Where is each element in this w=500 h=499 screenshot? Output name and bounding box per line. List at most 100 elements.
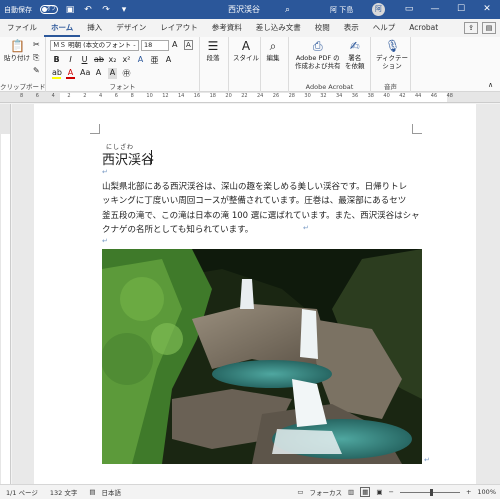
- waterfall-photo[interactable]: [102, 249, 422, 464]
- ribbon-display-icon[interactable]: ▭: [396, 0, 422, 19]
- ruler-tick-label: 18: [209, 93, 216, 99]
- language[interactable]: 日本語: [102, 487, 122, 497]
- tab-mailings[interactable]: 差し込み文書: [249, 19, 308, 37]
- cut-icon[interactable]: ✂: [33, 40, 40, 49]
- customize-icon[interactable]: ▾: [118, 5, 130, 15]
- search-icon[interactable]: ⌕: [285, 5, 290, 15]
- tab-help[interactable]: ヘルプ: [366, 19, 403, 37]
- web-layout-icon[interactable]: ▣: [376, 488, 382, 496]
- char-border-icon[interactable]: A: [164, 55, 173, 66]
- grow-font-icon[interactable]: A: [172, 40, 177, 49]
- font-name-input[interactable]: ＭＳ 明朝 (本文のフォント -: [50, 40, 139, 51]
- zoom-slider[interactable]: [399, 488, 460, 496]
- phonetic-guide-icon[interactable]: 亜: [150, 55, 159, 66]
- subscript-button[interactable]: x₂: [108, 55, 117, 66]
- create-pdf-button[interactable]: ⎙ Adobe PDF の 作成および共有: [295, 39, 341, 70]
- superscript-button[interactable]: x²: [122, 55, 131, 66]
- comments-icon[interactable]: ▤: [482, 22, 496, 34]
- document-heading[interactable]: 西沢渓谷: [102, 149, 154, 168]
- horizontal-ruler[interactable]: 8 6 4 2 2 4 6 8 10 12 14 16 18 20 22 24 26 28 30 32 34 36 38 40…: [0, 92, 500, 103]
- request-signature-button[interactable]: ✍ 署名 を依頼: [345, 39, 365, 70]
- print-layout-icon[interactable]: ▦: [360, 487, 371, 497]
- tab-references[interactable]: 参考資料: [205, 19, 249, 37]
- find-icon: ⌕: [269, 39, 277, 53]
- acrobat-group: ⎙ Adobe PDF の 作成および共有 ✍ 署名 を依頼 Adobe Acr…: [289, 37, 371, 92]
- focus-icon[interactable]: ▭: [297, 488, 303, 496]
- edit-group: ⌕ 編集: [261, 37, 289, 92]
- paragraph-mark: ↵: [303, 224, 309, 232]
- ruler-tick-label: 20: [225, 93, 232, 99]
- tab-insert[interactable]: 挿入: [80, 19, 109, 37]
- change-case-icon[interactable]: Aa: [80, 68, 90, 79]
- ribbon: 📋 貼り付け ✂ ⎘ ✎ クリップボード ＭＳ 明朝 (本文のフォント - 18…: [0, 37, 500, 92]
- bold-button[interactable]: B: [52, 55, 61, 66]
- tab-view[interactable]: 表示: [337, 19, 366, 37]
- clear-format-icon[interactable]: A: [184, 40, 193, 50]
- minimize-button[interactable]: —: [422, 0, 448, 19]
- save-icon[interactable]: ▣: [64, 5, 76, 15]
- paragraph-button[interactable]: ☰ 段落: [206, 39, 220, 62]
- ruler-tick-label: 30: [304, 93, 311, 99]
- zoom-out-icon[interactable]: −: [389, 488, 394, 496]
- autosave-toggle[interactable]: オフ: [40, 5, 58, 14]
- underline-button[interactable]: U: [80, 55, 89, 66]
- ruler-tick-label: 8: [20, 93, 24, 99]
- vertical-ruler[interactable]: [0, 104, 11, 484]
- acrobat-group-label: Adobe Acrobat: [305, 83, 354, 91]
- ruler-tick-label: 10: [146, 93, 153, 99]
- strikethrough-button[interactable]: ab: [94, 55, 104, 66]
- paste-button[interactable]: 📋 貼り付け: [4, 39, 30, 62]
- maximize-button[interactable]: ☐: [448, 0, 474, 19]
- paragraph-group: ☰ 段落: [200, 37, 229, 92]
- word-count[interactable]: 132 文字: [50, 487, 77, 497]
- tab-layout[interactable]: レイアウト: [153, 19, 205, 37]
- copy-icon[interactable]: ⎘: [33, 53, 39, 63]
- waterfall-image: [102, 249, 422, 464]
- collapse-ribbon-icon[interactable]: ∧: [488, 81, 493, 89]
- char-shading-icon[interactable]: A: [108, 68, 117, 79]
- ruler-tick-label: 22: [241, 93, 248, 99]
- font-color-icon[interactable]: A: [66, 68, 75, 79]
- tab-review[interactable]: 校閲: [308, 19, 337, 37]
- italic-button[interactable]: I: [66, 55, 75, 66]
- ruler-tick-label: 34: [336, 93, 343, 99]
- page-count[interactable]: 1/1 ページ: [6, 487, 38, 497]
- focus-label[interactable]: フォーカス: [310, 487, 343, 497]
- edit-button[interactable]: ⌕ 編集: [266, 39, 280, 62]
- tab-home[interactable]: ホーム: [44, 19, 81, 37]
- body-text[interactable]: 山梨県北部にある西沢渓谷は、深山の趣を楽しめる美しい渓谷です。日帰りトレ ッキン…: [102, 180, 424, 237]
- read-mode-icon[interactable]: ▥: [348, 488, 354, 496]
- document-page[interactable]: にしざわ 西沢渓谷 ↵ 山梨県北部にある西沢渓谷は、深山の趣を楽しめる美しい渓谷…: [34, 104, 476, 484]
- user-name[interactable]: 阿 下島: [330, 5, 353, 15]
- autosave-state: オフ: [45, 6, 56, 12]
- tab-file[interactable]: ファイル: [0, 19, 44, 37]
- ruler-tick-label: 36: [351, 93, 359, 99]
- ruler-tick-label: 46: [430, 93, 438, 99]
- zoom-in-icon[interactable]: +: [466, 488, 471, 496]
- text-effects-icon[interactable]: A: [136, 55, 145, 66]
- style-group: A スタイル: [229, 37, 261, 92]
- style-button[interactable]: A スタイル: [233, 39, 259, 62]
- ruler-tick-label: 48: [446, 93, 453, 99]
- font-size-input[interactable]: 18: [141, 40, 169, 51]
- proofing-icon[interactable]: ▤: [89, 488, 95, 496]
- ruler-tick-label: 24: [257, 93, 264, 99]
- style-icon: A: [241, 39, 251, 53]
- format-painter-icon[interactable]: ✎: [33, 66, 40, 75]
- dictation-button[interactable]: 🎙 ディクテー ション: [376, 39, 408, 70]
- highlight-icon[interactable]: ab: [52, 68, 62, 79]
- close-button[interactable]: ✕: [474, 0, 500, 19]
- share-icon[interactable]: ⇪: [464, 22, 478, 34]
- status-bar: 1/1 ページ 132 文字 ▤ 日本語 ▭ フォーカス ▥ ▦ ▣ − + 1…: [0, 484, 500, 499]
- redo-icon[interactable]: ↷: [100, 5, 112, 15]
- avatar[interactable]: 阿: [372, 3, 385, 16]
- undo-icon[interactable]: ↶: [82, 5, 94, 15]
- zoom-level[interactable]: 100%: [477, 488, 496, 496]
- tab-design[interactable]: デザイン: [109, 19, 153, 37]
- crop-mark-top-right: [412, 124, 422, 134]
- quick-access-toolbar: ▣ ↶ ↷ ▾: [64, 5, 130, 15]
- enclose-char-icon[interactable]: ㊥: [122, 68, 131, 79]
- tab-acrobat[interactable]: Acrobat: [402, 19, 445, 37]
- document-title: 西沢渓谷: [228, 5, 260, 14]
- shrink-font-icon[interactable]: A: [94, 68, 103, 79]
